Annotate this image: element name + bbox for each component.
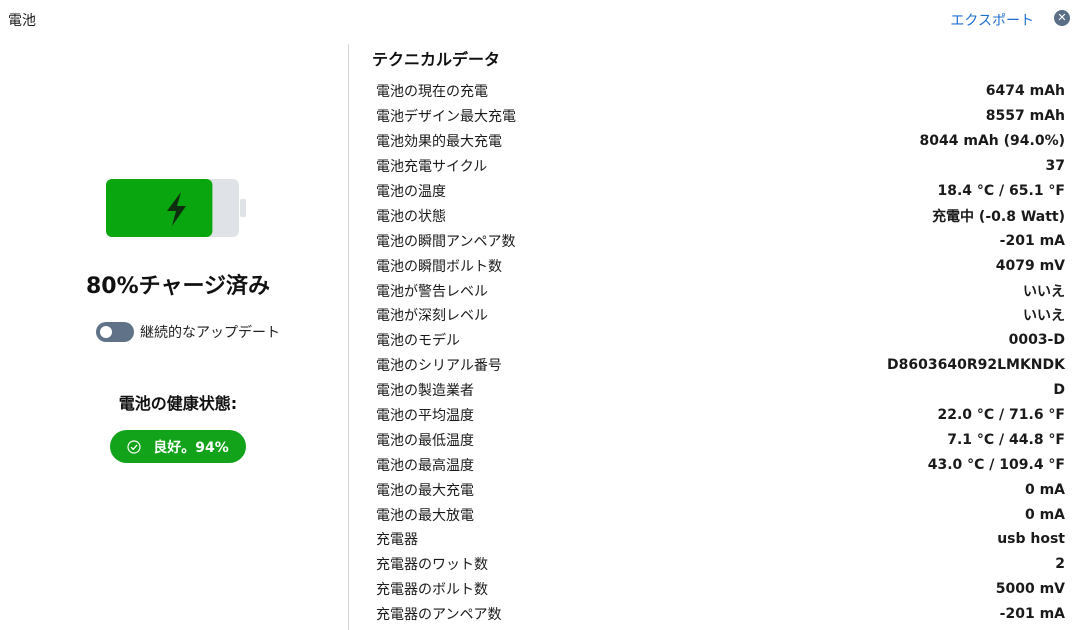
charge-status-text: 80%チャージ済み [86,274,270,299]
panel-divider [348,44,349,630]
tech-value: いいえ [1023,283,1065,300]
check-circle-icon [127,439,141,454]
tech-label: 充電器 [376,532,418,549]
table-row: 充電器のボルト数 5000 mV [376,577,1065,602]
battery-icon [106,179,246,237]
table-row: 電池が深刻レベル いいえ [376,303,1065,328]
tech-label: 充電器のワット数 [376,557,488,574]
table-row: 電池の最高温度 43.0 °C / 109.4 °F [376,452,1065,477]
tech-value: D [1053,382,1065,399]
battery-health-value: 良好。94% [153,439,229,456]
tech-value: 0 mA [1024,481,1065,498]
continuous-update-toggle[interactable] [96,322,134,342]
export-button[interactable]: エクスポート [950,10,1034,30]
tech-value: 43.0 °C / 109.4 °F [927,456,1065,473]
table-row: 電池充電サイクル 37 [376,154,1065,179]
battery-health-badge: 良好。94% [110,430,246,463]
close-icon[interactable]: ✕ [1054,10,1070,26]
table-row: 充電器 usb host [376,527,1065,552]
tech-label: 電池のシリアル番号 [376,358,502,375]
tech-label: 電池の温度 [376,184,446,200]
table-row: 電池デザイン最大充電 8557 mAh [376,104,1065,129]
tech-label: 電池の最大充電 [376,482,474,499]
continuous-update-label: 継続的なアップデート [140,325,280,341]
tech-value: 18.4 °C / 65.1 °F [937,183,1065,199]
tech-value: 37 [1045,158,1065,175]
table-row: 電池の最低温度 7.1 °C / 44.8 °F [376,427,1065,452]
tech-label: 電池効果的最大充電 [376,134,502,151]
table-row: 電池の瞬間アンペア数 -201 mA [376,228,1065,253]
battery-health-heading: 電池の健康状態: [118,394,238,413]
tech-value: usb host [997,531,1065,548]
tech-label: 電池の状態 [376,208,446,225]
tech-label: 電池の最高温度 [376,457,474,474]
tech-label: 電池充電サイクル [376,159,488,176]
battery-level-fill [106,179,213,237]
table-row: 電池効果的最大充電 8044 mAh (94.0%) [376,129,1065,154]
technical-data-title: テクニカルデータ [372,50,501,69]
tech-value: 4079 mV [995,257,1065,274]
table-row: 電池の最大放電 0 mA [376,502,1065,527]
tech-value: 充電中 (-0.8 Watt) [932,208,1065,225]
table-row: 電池の温度 18.4 °C / 65.1 °F [376,179,1065,204]
tech-value: -201 mA [999,232,1065,249]
tech-value: 8044 mAh (94.0%) [919,133,1065,150]
tech-value: 6474 mAh [985,83,1065,100]
tech-label: 電池の瞬間ボルト数 [376,258,502,275]
tech-label: 電池のモデル [376,333,460,350]
table-row: 充電器のアンペア数 -201 mA [376,602,1065,627]
table-row: 電池のモデル 0003-D [376,328,1065,353]
tech-value: 0 mA [1024,506,1065,523]
table-row: 電池の瞬間ボルト数 4079 mV [376,253,1065,278]
tech-label: 電池が深刻レベル [376,308,488,325]
tech-value: 5000 mV [995,581,1065,598]
tech-value: 8557 mAh [985,108,1065,125]
table-row: 電池の現在の充電 6474 mAh [376,79,1065,104]
tech-value: D8603640R92LMKNDK [887,357,1065,374]
technical-data-list: 電池の現在の充電 6474 mAh 電池デザイン最大充電 8557 mAh 電池効果的最… [376,79,1065,627]
toggle-knob [100,326,112,338]
table-row: 電池が警告レベル いいえ [376,278,1065,303]
tech-value: 7.1 °C / 44.8 °F [947,431,1065,448]
table-row: 電池の状態 充電中 (-0.8 Watt) [376,203,1065,228]
tech-value: 2 [1055,556,1065,573]
battery-summary-panel: 80%チャージ済み 継続的なアップデート 電池の健康状態: 良好。94% [0,0,348,630]
tech-label: 電池が警告レベル [376,283,488,300]
tech-label: 電池デザイン最大充電 [376,109,516,126]
tech-value: 0003-D [1008,332,1065,349]
table-row: 電池のシリアル番号 D8603640R92LMKNDK [376,353,1065,378]
continuous-update-row: 継続的なアップデート [96,322,280,342]
tech-label: 充電器のボルト数 [376,582,488,599]
tech-label: 充電器のアンペア数 [376,607,502,624]
tech-label: 電池の現在の充電 [376,84,488,101]
tech-label: 電池の製造業者 [376,383,474,400]
tech-value: いいえ [1023,308,1065,325]
table-row: 充電器のワット数 2 [376,552,1065,577]
battery-window: 電池 エクスポート ✕ 80%チャージ済み 継続的なアップデート 電池の健康状態… [0,0,1080,630]
table-row: 電池の最大充電 0 mA [376,477,1065,502]
table-row: 電池の製造業者 D [376,378,1065,403]
tech-value: -201 mA [999,606,1065,623]
tech-label: 電池の最大放電 [376,507,474,524]
tech-label: 電池の平均温度 [376,408,474,425]
tech-value: 22.0 °C / 71.6 °F [937,407,1065,424]
table-row: 電池の平均温度 22.0 °C / 71.6 °F [376,403,1065,428]
tech-label: 電池の瞬間アンペア数 [376,233,516,250]
tech-label: 電池の最低温度 [376,432,474,449]
